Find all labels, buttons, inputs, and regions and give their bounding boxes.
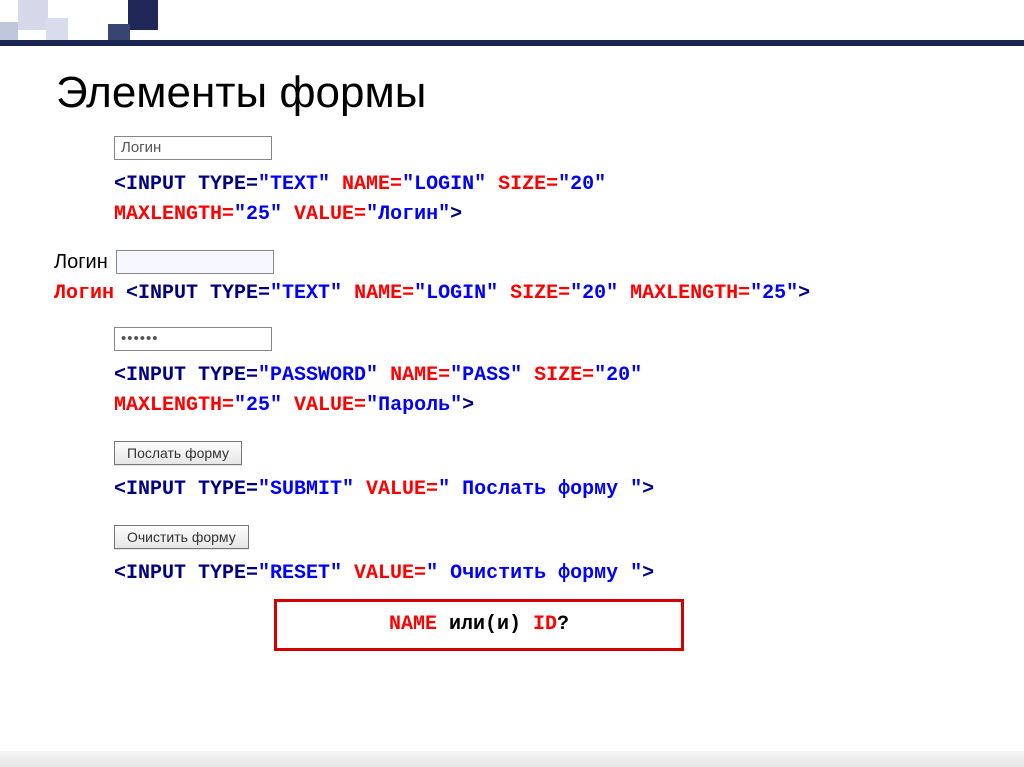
submit-button[interactable]: Послать форму	[114, 441, 242, 465]
login-input-filled[interactable]: Логин	[114, 136, 272, 160]
code-input-reset: <INPUT TYPE="RESET" VALUE=" Очистить фор…	[114, 559, 984, 589]
slide-bottom-shadow	[0, 751, 1024, 767]
code-input-password: <INPUT TYPE="PASSWORD" NAME="PASS" SIZE=…	[114, 361, 984, 421]
login-label: Логин	[54, 251, 108, 274]
slide-top-bar	[0, 40, 1024, 46]
page-title: Элементы формы	[56, 68, 984, 118]
password-input[interactable]: ••••••	[114, 327, 272, 351]
code-input-submit: <INPUT TYPE="SUBMIT" VALUE=" Послать фор…	[114, 475, 984, 505]
code-input-text-value: <INPUT TYPE="TEXT" NAME="LOGIN" SIZE="20…	[114, 170, 984, 230]
code-input-text-novalue: Логин <INPUT TYPE="TEXT" NAME="LOGIN" SI…	[54, 282, 984, 305]
reset-button[interactable]: Очистить форму	[114, 525, 249, 549]
login-input-empty[interactable]	[116, 250, 274, 274]
question-box: NAME или(и) ID?	[274, 599, 684, 651]
